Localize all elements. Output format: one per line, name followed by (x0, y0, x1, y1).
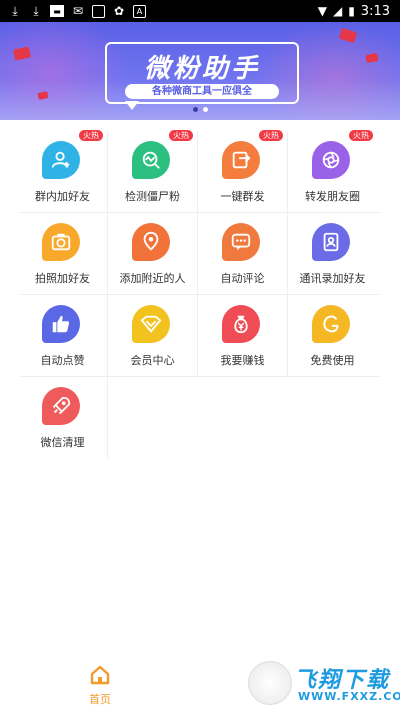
feature-label: 一键群发 (220, 190, 265, 203)
grid-divider (197, 131, 198, 213)
rocket-icon (42, 387, 80, 425)
grid-divider (287, 295, 288, 377)
banner-speech-bubble: 微粉助手 各种微商工具一应俱全 (105, 42, 299, 104)
feature-item[interactable]: 拍照加好友 (20, 213, 105, 293)
feature-item[interactable]: 添加附近的人 (110, 213, 195, 293)
feature-label: 群内加好友 (35, 190, 90, 203)
baidu-icon: ✿ (113, 4, 125, 18)
wifi-icon: ▼ (317, 4, 327, 18)
feature-label: 转发朋友圈 (305, 190, 360, 203)
signal-icon: ◢ (332, 4, 343, 18)
thumbs-up-icon (42, 305, 80, 343)
notification-app-icon (92, 4, 105, 18)
feature-label: 我要赚钱 (220, 354, 265, 367)
detect-icon (132, 141, 170, 179)
grid-divider (107, 131, 108, 213)
feature-item[interactable]: 自动点赞 (20, 295, 105, 375)
hot-badge: 火热 (79, 130, 103, 141)
feature-label: 通讯录加好友 (299, 272, 366, 285)
send-icon (222, 141, 260, 179)
feature-label: 拍照加好友 (35, 272, 90, 285)
banner-dot-active[interactable] (193, 107, 198, 112)
download-icon: ⤓ (33, 3, 39, 18)
tab-home-label: 首页 (89, 693, 111, 706)
grid-divider (20, 294, 380, 295)
feature-item[interactable]: 火热群内加好友 (20, 130, 105, 211)
free-icon (312, 305, 350, 343)
moments-icon (312, 141, 350, 179)
feature-label: 自动点赞 (40, 354, 85, 367)
status-time: 3:13 (360, 3, 390, 19)
feature-label: 添加附近的人 (119, 272, 186, 285)
watermark-url: WWW.FXXZ.COM (298, 690, 400, 703)
feature-label: 免费使用 (310, 354, 355, 367)
grid-divider (287, 213, 288, 295)
feature-label: 会员中心 (130, 354, 175, 367)
download-icon: ⤓ (12, 3, 18, 18)
grid-divider (107, 295, 108, 377)
banner-dot[interactable] (203, 107, 208, 112)
hot-badge: 火热 (259, 130, 283, 141)
grid-divider (197, 295, 198, 377)
banner-subtitle: 各种微商工具一应俱全 (125, 84, 279, 99)
notification-app-icon: A (133, 4, 146, 18)
watermark-emblem-icon (248, 661, 292, 705)
grid-divider (20, 212, 380, 213)
grid-divider (107, 213, 108, 295)
hot-badge: 火热 (169, 130, 193, 141)
feature-item[interactable]: 免费使用 (290, 295, 375, 375)
battery-icon: ▮ (348, 4, 355, 18)
vip-icon (132, 305, 170, 343)
feature-item[interactable]: 会员中心 (110, 295, 195, 375)
hot-badge: 火热 (349, 130, 373, 141)
status-bar: ⤓ ⤓ ▬ ✉ ✿ A ▼ ◢ ▮ 3:13 (0, 0, 400, 22)
feature-item[interactable]: 微信清理 (20, 377, 105, 457)
feature-item[interactable]: 火热一键群发 (200, 130, 285, 211)
contacts-icon (312, 223, 350, 261)
feature-item[interactable]: 火热检测僵尸粉 (110, 130, 195, 211)
add-friend-icon (42, 141, 80, 179)
feature-label: 检测僵尸粉 (125, 190, 180, 203)
notification-app-icon: ▬ (50, 5, 64, 17)
tab-home[interactable]: 首页 (80, 665, 120, 707)
feature-item[interactable]: 我要赚钱 (200, 295, 285, 375)
grid-divider (197, 213, 198, 295)
grid-divider (20, 376, 380, 377)
banner-title: 微粉助手 (143, 54, 260, 84)
comment-icon (222, 223, 260, 261)
promo-banner[interactable]: 微粉助手 各种微商工具一应俱全 (0, 22, 400, 120)
grid-divider (287, 131, 288, 213)
money-icon (222, 305, 260, 343)
feature-item[interactable]: 自动评论 (200, 213, 285, 293)
feature-item[interactable]: 通讯录加好友 (290, 213, 375, 293)
watermark-logo: 飞翔下载 WWW.FXXZ.COM (248, 659, 400, 705)
grid-divider (107, 377, 108, 459)
home-icon (90, 665, 110, 685)
feature-item[interactable]: 火热转发朋友圈 (290, 130, 375, 211)
feature-label: 自动评论 (220, 272, 265, 285)
notification-app-icon: ✉ (72, 4, 84, 18)
location-icon (132, 223, 170, 261)
camera-icon (42, 223, 80, 261)
feature-label: 微信清理 (40, 436, 85, 449)
